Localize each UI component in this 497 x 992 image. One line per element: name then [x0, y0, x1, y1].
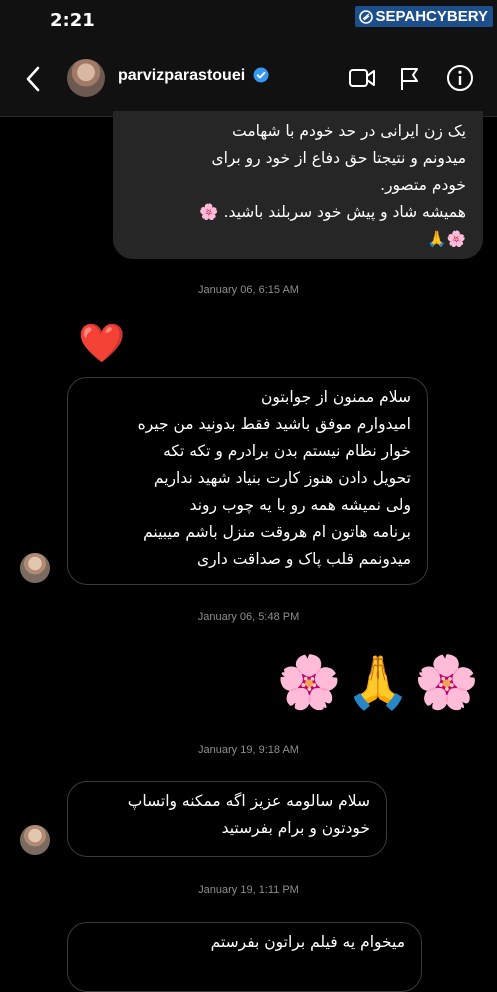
message-text-line: سلام سالومه عزیز اگه ممکنه واتساپ: [127, 792, 370, 810]
message-thread: یک زن ایرانی در حد خودم با شهامت میدونم …: [0, 111, 497, 992]
back-arrow-icon[interactable]: [22, 64, 46, 94]
message-bubble-received[interactable]: سلام ممنون از جوابتون امیدوارم موفق باشی…: [67, 377, 428, 585]
header-username-row[interactable]: parvizparastouei: [118, 67, 269, 85]
message-timestamp: January 19, 9:18 AM: [198, 744, 299, 756]
message-timestamp: January 06, 5:48 PM: [197, 611, 300, 623]
watermark-text: SEPAHCYBERY: [375, 8, 488, 25]
message-text-line: میدونمم قلب پاک و صداقت داری: [196, 550, 411, 568]
message-text-line: سلام ممنون از جوابتون: [260, 388, 411, 406]
message-text-line: همیشه شاد و پیش خود سربلند باشید. 🌸: [199, 203, 466, 221]
message-timestamp: January 19, 1:11 PM: [198, 884, 299, 896]
message-text-line: امیدوارم موفق باشید فقط بدونید من جیره: [137, 415, 411, 433]
message-bubble-received[interactable]: سلام سالومه عزیز اگه ممکنه واتساپ خودتون…: [67, 781, 387, 857]
verified-badge-icon: [253, 67, 269, 83]
header-avatar[interactable]: [67, 59, 105, 97]
message-text-line: 🌸🙏: [427, 230, 466, 248]
message-text-line: میخوام یه فیلم براتون بفرستم: [210, 933, 405, 951]
sender-avatar[interactable]: [20, 825, 50, 855]
status-bar: 2:21 SEPAHCYBERY: [0, 0, 497, 40]
watermark-logo-icon: [359, 9, 374, 24]
info-icon[interactable]: [446, 64, 474, 92]
header-username[interactable]: parvizparastouei: [118, 67, 245, 84]
message-text-line: یک زن ایرانی در حد خودم با شهامت: [232, 122, 466, 140]
flag-icon[interactable]: [398, 66, 422, 92]
message-bubble-received[interactable]: میخوام یه فیلم براتون بفرستم: [67, 922, 422, 992]
message-bubble-sent[interactable]: یک زن ایرانی در حد خودم با شهامت میدونم …: [113, 111, 483, 259]
message-text-line: خودم متصور.: [380, 176, 466, 194]
chat-header: parvizparastouei: [0, 40, 497, 117]
message-text-line: میدونم و نتیجتا حق دفاع از خود رو برای: [211, 149, 466, 167]
message-timestamp: January 06, 6:15 AM: [198, 284, 299, 296]
message-text-line: تحویل دادن هنوز کارت بنیاد شهید نداریم: [153, 469, 411, 487]
message-text-line: ولی نمیشه همه رو با یه چوب روند: [189, 496, 411, 514]
heart-reaction[interactable]: ❤️: [78, 321, 125, 365]
video-call-icon[interactable]: [348, 66, 376, 90]
message-text-line: خودتون و برام بفرستید: [221, 819, 370, 837]
message-text-line: خوار نظام نیستم بدن برادرم و تکه تکه: [163, 442, 411, 460]
message-text-line: برنامه هاتون ام هروقت منزل باشم میبینم: [143, 523, 411, 541]
sender-avatar[interactable]: [20, 553, 50, 583]
watermark-badge: SEPAHCYBERY: [355, 6, 493, 27]
emoji-message-sent[interactable]: 🌸🙏🌸: [277, 649, 483, 717]
status-time: 2:21: [50, 10, 95, 31]
